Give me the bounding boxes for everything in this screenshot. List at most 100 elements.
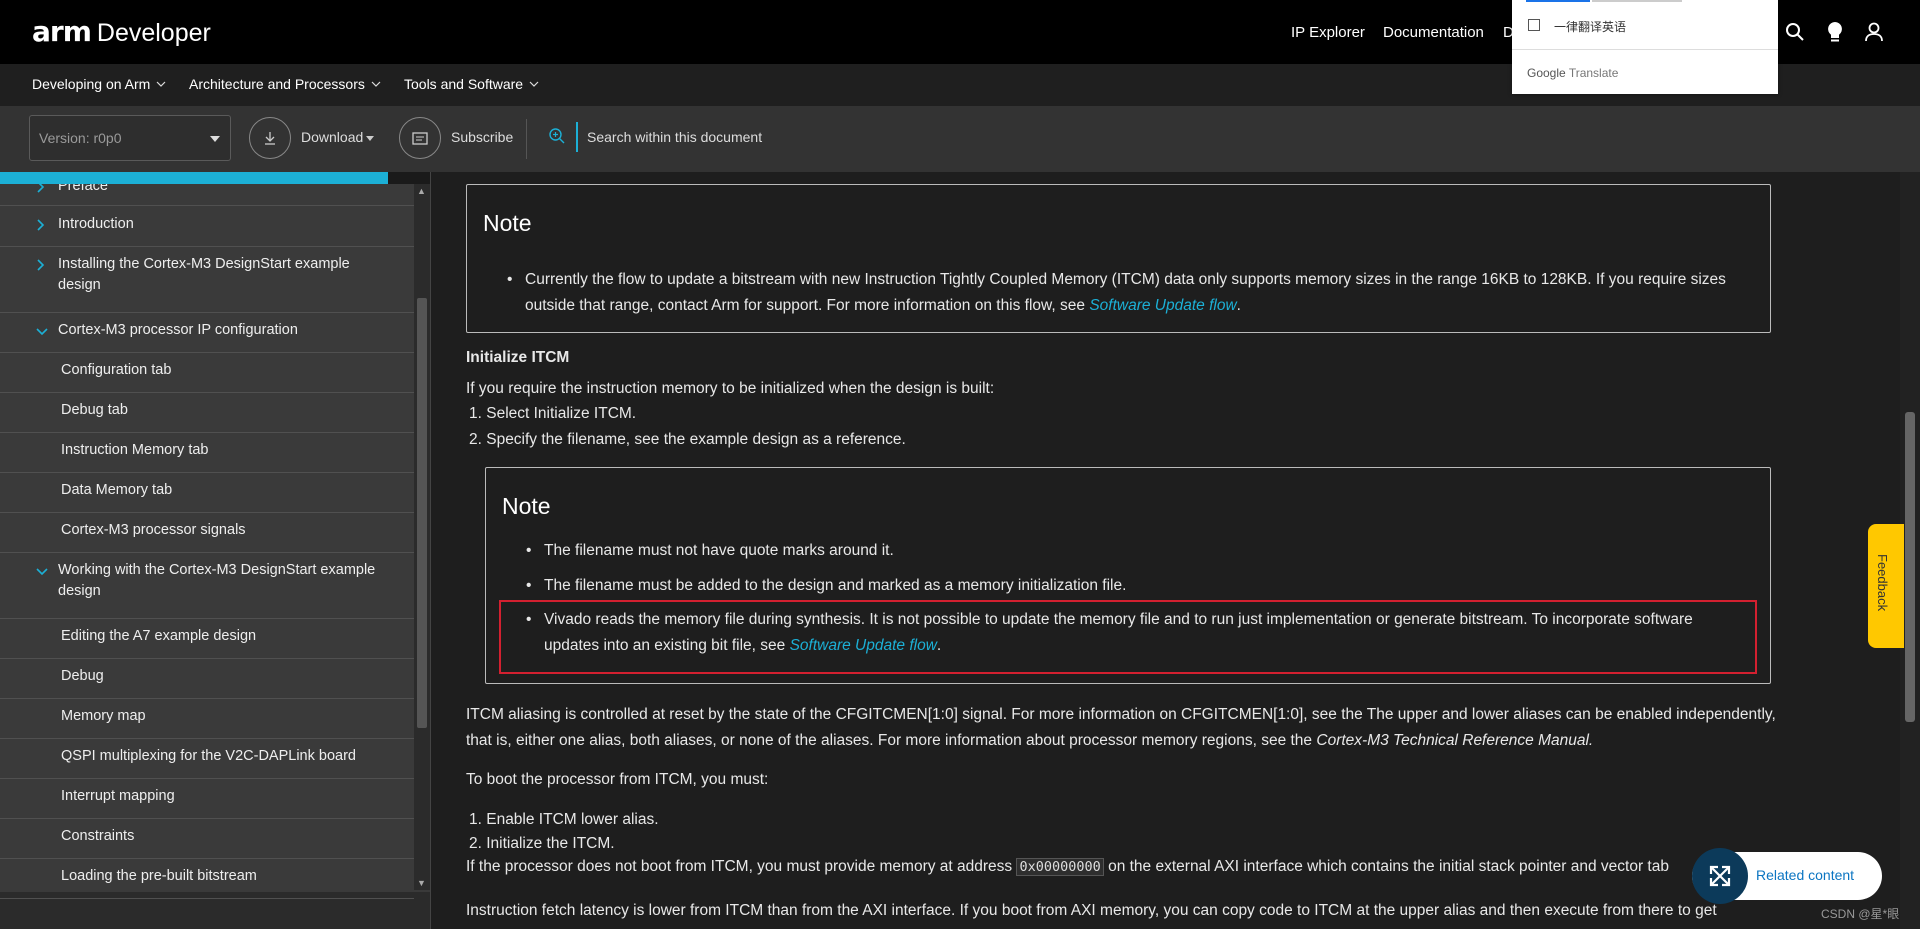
nav-ip-explorer[interactable]: IP Explorer	[1291, 24, 1365, 41]
toc-item[interactable]: QSPI multiplexing for the V2C-DAPLink bo…	[0, 738, 414, 779]
lightbulb-icon[interactable]	[1823, 20, 1847, 44]
subnav-tools-and-software[interactable]: Tools and Software	[404, 76, 539, 92]
translate-wordmark: Translate	[1568, 66, 1619, 80]
note-text-line2: outside that range, contact Arm for supp…	[525, 297, 1085, 314]
toc-item[interactable]: Working with the Cortex-M3 DesignStart e…	[0, 552, 414, 619]
toc-item[interactable]: Cortex-M3 processor signals	[0, 512, 414, 553]
chevron-down-icon[interactable]	[36, 322, 48, 343]
toc-item-label: Loading the pre-built bitstream	[61, 868, 257, 884]
subnav-developing-on-arm[interactable]: Developing on Arm	[32, 76, 166, 92]
trm-reference[interactable]: Cortex-M3 Technical Reference Manual.	[1316, 732, 1593, 749]
google-translate-logo: Google Translate	[1527, 66, 1618, 80]
user-icon[interactable]	[1862, 20, 1886, 44]
scroll-down-icon[interactable]: ▼	[417, 878, 426, 888]
chevron-down-icon[interactable]	[36, 562, 48, 583]
chevron-right-icon[interactable]	[36, 216, 46, 237]
download-label[interactable]: Download	[301, 129, 363, 145]
related-content-label: Related content	[1756, 867, 1855, 883]
page-scroll-thumb[interactable]	[1905, 412, 1915, 722]
subnav-label: Architecture and Processors	[189, 76, 365, 92]
download-icon	[265, 132, 275, 145]
toc-item[interactable]: Debug	[0, 658, 414, 699]
toc-item-label: Constraints	[61, 828, 135, 844]
caret-down-icon	[210, 136, 220, 142]
logo-developer: Developer	[96, 19, 211, 47]
search-icon[interactable]	[1783, 20, 1807, 44]
toc-item[interactable]: Loading the pre-built bitstream	[0, 858, 414, 899]
google-translate-popup: 一律翻译英语 Google Translate	[1512, 0, 1778, 94]
chevron-down-icon	[371, 81, 381, 87]
subscribe-icon	[412, 132, 428, 145]
note-bullet-2: The filename must be added to the design…	[526, 573, 1744, 599]
chevron-right-icon[interactable]	[36, 256, 46, 277]
document-content: Note Currently the flow to update a bits…	[430, 172, 1901, 929]
toc-item[interactable]: Constraints	[0, 818, 414, 859]
toc-scrollbar[interactable]: ▲ ▼	[414, 184, 430, 890]
boot-step-1: 1. Enable ITCM lower alias.	[469, 811, 659, 828]
google-wordmark: Google	[1527, 66, 1566, 80]
subscribe-button[interactable]	[399, 117, 441, 159]
subnav-architecture-and-processors[interactable]: Architecture and Processors	[189, 76, 381, 92]
toc-item-label: Introduction	[58, 216, 134, 232]
nav-documentation[interactable]: Documentation	[1383, 24, 1484, 41]
zoom-search-icon[interactable]	[548, 127, 566, 150]
toc-sidebar: Preface Introduction Installing the Cortex…	[0, 172, 430, 899]
aliasing-line1: ITCM aliasing is controlled at reset by …	[466, 706, 1672, 723]
expand-icon	[1692, 848, 1748, 904]
note-text: Currently the flow to update a bitstream…	[507, 267, 1755, 319]
feedback-tab[interactable]: Feedback	[1868, 524, 1904, 648]
note-bullet-1: The filename must not have quote marks a…	[526, 538, 1744, 564]
address-code: 0x00000000	[1016, 858, 1104, 876]
download-button[interactable]	[249, 117, 291, 159]
note-text-line1: Currently the flow to update a bitstream…	[525, 271, 1726, 288]
always-translate-label: 一律翻译英语	[1554, 20, 1627, 34]
toc-item[interactable]: Debug tab	[0, 392, 414, 433]
toc-item-label: Cortex-M3 processor IP configuration	[58, 322, 298, 338]
latency-paragraph: Instruction fetch latency is lower from …	[466, 902, 1717, 919]
toc-item[interactable]: Interrupt mapping	[0, 778, 414, 819]
search-within-document[interactable]: Search within this document	[587, 129, 762, 145]
toc-item[interactable]: Data Memory tab	[0, 472, 414, 513]
note-title: Note	[483, 210, 532, 236]
toc-item-label: Configuration tab	[61, 362, 172, 378]
toc-item[interactable]: Configuration tab	[0, 352, 414, 393]
download-caret-icon[interactable]	[366, 136, 374, 141]
highlight-box	[499, 600, 1757, 674]
version-select[interactable]: Version: r0p0	[29, 115, 231, 161]
toc-item[interactable]: Installing the Cortex-M3 DesignStart exa…	[0, 246, 414, 313]
version-value: Version: r0p0	[39, 130, 122, 146]
document-toolbar: Version: r0p0 Download Subscribe Search …	[0, 106, 1920, 173]
subnav-label: Developing on Arm	[32, 76, 151, 92]
related-content-button[interactable]: Related content	[1692, 848, 1882, 904]
toc-item[interactable]: Memory map	[0, 698, 414, 739]
note-box: Note Currently the flow to update a bits…	[466, 184, 1771, 333]
aliasing-paragraph: ITCM aliasing is controlled at reset by …	[466, 702, 1796, 754]
always-translate-checkbox[interactable]	[1528, 19, 1540, 31]
no-boot-paragraph: If the processor does not boot from ITCM…	[466, 854, 1669, 880]
note-period: .	[1236, 297, 1241, 314]
toc-item[interactable]: Cortex-M3 processor IP configuration	[0, 312, 414, 353]
toc-scroll-thumb[interactable]	[417, 298, 427, 728]
software-update-flow-link[interactable]: Software Update flow	[1089, 297, 1236, 314]
toc-item-label: Installing the Cortex-M3 DesignStart exa…	[58, 256, 350, 293]
toolbar-divider	[526, 119, 527, 159]
toc-item-label: Memory map	[61, 708, 146, 724]
toc-item-label: QSPI multiplexing for the V2C-DAPLink bo…	[61, 748, 356, 764]
search-caret	[576, 122, 578, 152]
toc-item-label: Editing the A7 example design	[61, 628, 257, 644]
toc-item[interactable]: Instruction Memory tab	[0, 432, 414, 473]
no-boot-text-b: on the external AXI interface which cont…	[1108, 858, 1669, 875]
subscribe-label[interactable]: Subscribe	[451, 129, 513, 145]
arm-developer-logo[interactable]: arm Developer	[32, 15, 211, 48]
scroll-up-icon[interactable]: ▲	[417, 186, 426, 196]
toc-item[interactable]: Introduction	[0, 206, 414, 247]
toc-item-label: Debug	[61, 668, 104, 684]
translate-tab-indicator-2	[1592, 0, 1682, 2]
step-2: 2. Specify the filename, see the example…	[469, 431, 906, 448]
watermark: CSDN @星*眼	[1821, 907, 1900, 921]
toc-item-label: Instruction Memory tab	[61, 442, 209, 458]
translate-tab-indicator	[1526, 0, 1590, 2]
toc-item[interactable]: Editing the A7 example design	[0, 618, 414, 659]
no-boot-text-a: If the processor does not boot from ITCM…	[466, 858, 1013, 875]
toc-item-label: Data Memory tab	[61, 482, 173, 498]
